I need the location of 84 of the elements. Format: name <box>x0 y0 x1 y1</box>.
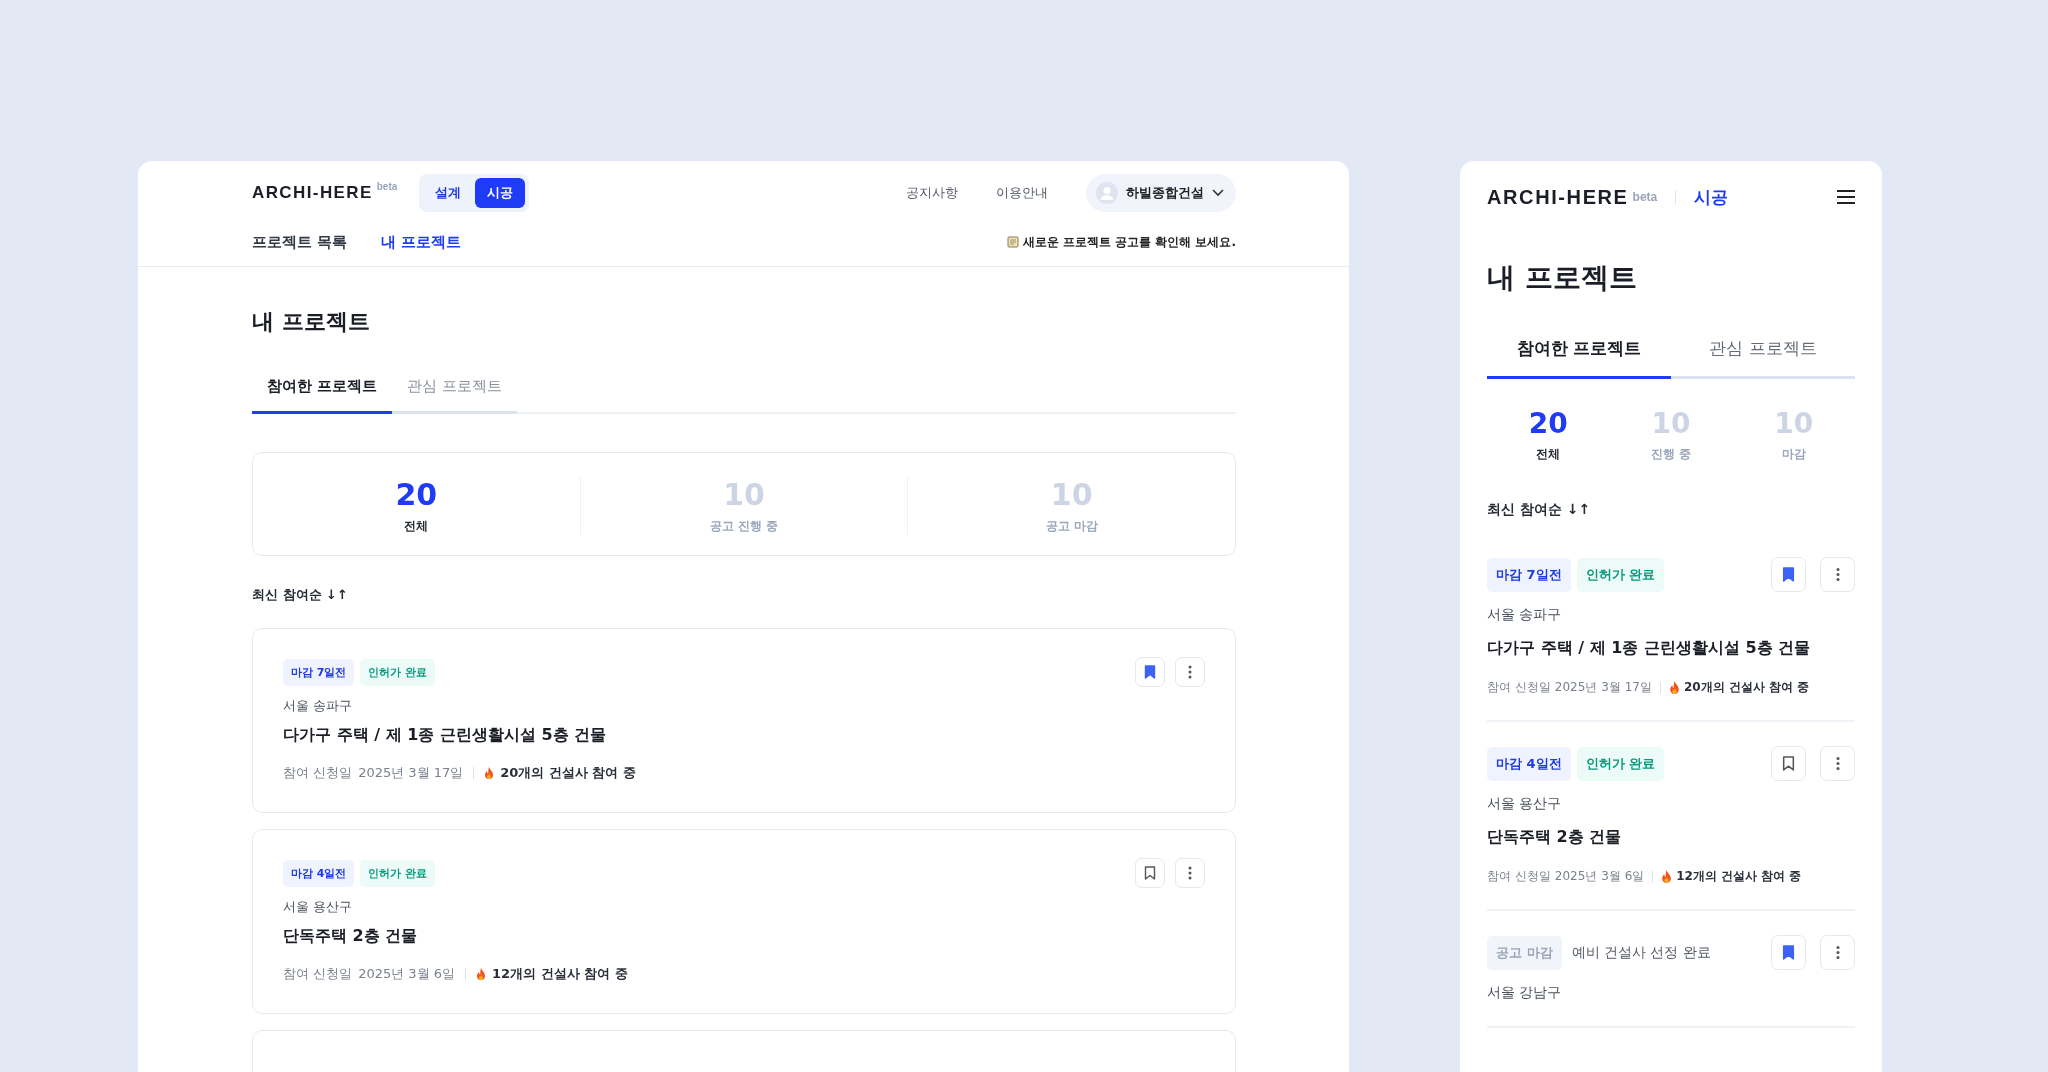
bookmark-button[interactable] <box>1771 935 1806 970</box>
bookmark-button[interactable] <box>1771 746 1806 781</box>
applied-label: 참여 신청일 <box>283 764 353 782</box>
mode-option[interactable]: 설계 <box>423 178 474 208</box>
kebab-icon <box>1835 567 1840 582</box>
bookmark-icon <box>1144 866 1156 880</box>
menu-icon[interactable] <box>1837 190 1855 204</box>
account-menu[interactable]: 하빌종합건설 <box>1086 174 1236 212</box>
project-card[interactable]: 마감 7일전 인허가 완료 서울 송파구 다가구 주택 / 제 1종 근린생활시설 5층 건물 참여 신청일 2025년 3월 17일 20개의 건설사 참여 중 <box>252 628 1236 813</box>
project-card[interactable]: 마감 4일전 인허가 완료 서울 용산구 단독주택 2층 건물 참여 신청일 2025년 3월 6일 12개의 건설사 참여 중 <box>252 829 1236 1014</box>
stat-label: 진행 중 <box>1650 446 1692 463</box>
stat-value[interactable]: 20 <box>395 477 438 512</box>
tag: 마감 4일전 <box>283 859 355 887</box>
location-text: 서울 강남구 <box>1487 984 1563 1002</box>
sort-button[interactable]: 최신 참여순 ↓↑ <box>1487 501 1591 519</box>
tab[interactable]: 참여한 프로젝트 <box>252 367 393 414</box>
notepad-icon <box>1006 236 1019 248</box>
participants-text: 12개의 건설사 참여 중 <box>492 965 628 983</box>
bookmark-icon <box>1144 665 1156 679</box>
applied-label: 참여 신청일 <box>1487 679 1551 696</box>
chevron-down-icon <box>1212 189 1224 197</box>
sort-button[interactable]: 최신 참여순 ↓↑ <box>252 586 348 604</box>
applied-label: 참여 신청일 <box>283 965 353 983</box>
flame-icon <box>476 967 487 981</box>
flame-icon <box>1668 680 1680 695</box>
tab[interactable]: 참여한 프로젝트 <box>1487 327 1671 379</box>
kebab-icon <box>1835 945 1840 960</box>
tag: 마감 7일전 <box>1487 557 1571 592</box>
logo[interactable]: ARCHI-HERE <box>252 183 373 203</box>
page-title: 내 프로젝트 <box>1487 260 1638 296</box>
top-link[interactable]: 공지사항 <box>906 184 958 202</box>
stat-label: 공고 진행 중 <box>709 518 779 535</box>
location-text: 서울 송파구 <box>1487 606 1563 624</box>
kebab-icon <box>1835 756 1840 771</box>
tag: 인허가 완료 <box>1576 746 1665 781</box>
applied-label: 참여 신청일 <box>1487 868 1551 885</box>
logo[interactable]: ARCHI-HERE <box>1487 185 1629 209</box>
status-text: 예비 건설사 선정 완료 <box>1571 943 1711 962</box>
tag: 마감 4일전 <box>1487 746 1571 781</box>
nav-link[interactable]: 내 프로젝트 <box>381 232 462 252</box>
location-text: 서울 송파구 <box>283 697 354 715</box>
kebab-icon <box>1188 866 1192 880</box>
bookmark-button[interactable] <box>1135 858 1165 888</box>
applied-date: 2025년 3월 17일 <box>1554 679 1652 696</box>
flame-icon <box>484 766 495 780</box>
mode-option[interactable]: 시공 <box>475 178 526 208</box>
stat-label: 전체 <box>1536 446 1561 463</box>
stat-label: 마감 <box>1781 446 1806 463</box>
project-title: 단독주택 2층 건물 <box>1487 827 1623 848</box>
beta-label: beta <box>1632 190 1658 204</box>
nav-link[interactable]: 프로젝트 목록 <box>252 232 348 252</box>
bookmark-icon <box>1782 567 1795 582</box>
applied-date: 2025년 3월 17일 <box>358 764 464 782</box>
participants-text: 20개의 건설사 참여 중 <box>500 764 636 782</box>
participants-text: 12개의 건설사 참여 중 <box>1676 868 1802 885</box>
stat-label: 공고 마감 <box>1045 518 1098 535</box>
project-title: 다가구 주택 / 제 1종 근린생활시설 5층 건물 <box>1487 638 1812 659</box>
participants-text: 20개의 건설사 참여 중 <box>1683 679 1810 696</box>
project-title: 다가구 주택 / 제 1종 근린생활시설 5층 건물 <box>283 725 608 746</box>
bookmark-icon <box>1782 756 1795 771</box>
project-title: 단독주택 2층 건물 <box>283 926 419 947</box>
tag: 마감 7일전 <box>283 658 355 686</box>
tab[interactable]: 관심 프로젝트 <box>1671 327 1855 379</box>
location-text: 서울 용산구 <box>283 898 354 916</box>
page-title: 내 프로젝트 <box>252 308 371 336</box>
mode-label[interactable]: 시공 <box>1694 185 1729 209</box>
location-text: 서울 용산구 <box>1487 795 1563 813</box>
kebab-icon <box>1188 665 1192 679</box>
bookmark-icon <box>1782 945 1795 960</box>
avatar-icon <box>1096 182 1118 204</box>
bookmark-button[interactable] <box>1771 557 1806 592</box>
bookmark-button[interactable] <box>1135 657 1165 687</box>
applied-date: 2025년 3월 6일 <box>1554 868 1645 885</box>
tag: 인허가 완료 <box>360 658 436 686</box>
tag: 인허가 완료 <box>1576 557 1665 592</box>
flame-icon <box>1661 869 1673 884</box>
tag: 인허가 완료 <box>360 859 436 887</box>
beta-label: beta <box>376 181 398 192</box>
tag: 공고 마감 <box>1487 935 1562 970</box>
notice-text[interactable]: 새로운 프로젝트 공고를 확인해 보세요. <box>1022 233 1236 251</box>
stat-value[interactable]: 20 <box>1528 407 1568 440</box>
applied-date: 2025년 3월 6일 <box>358 965 456 983</box>
top-link[interactable]: 이용안내 <box>996 184 1048 202</box>
stat-label: 전체 <box>404 518 429 535</box>
